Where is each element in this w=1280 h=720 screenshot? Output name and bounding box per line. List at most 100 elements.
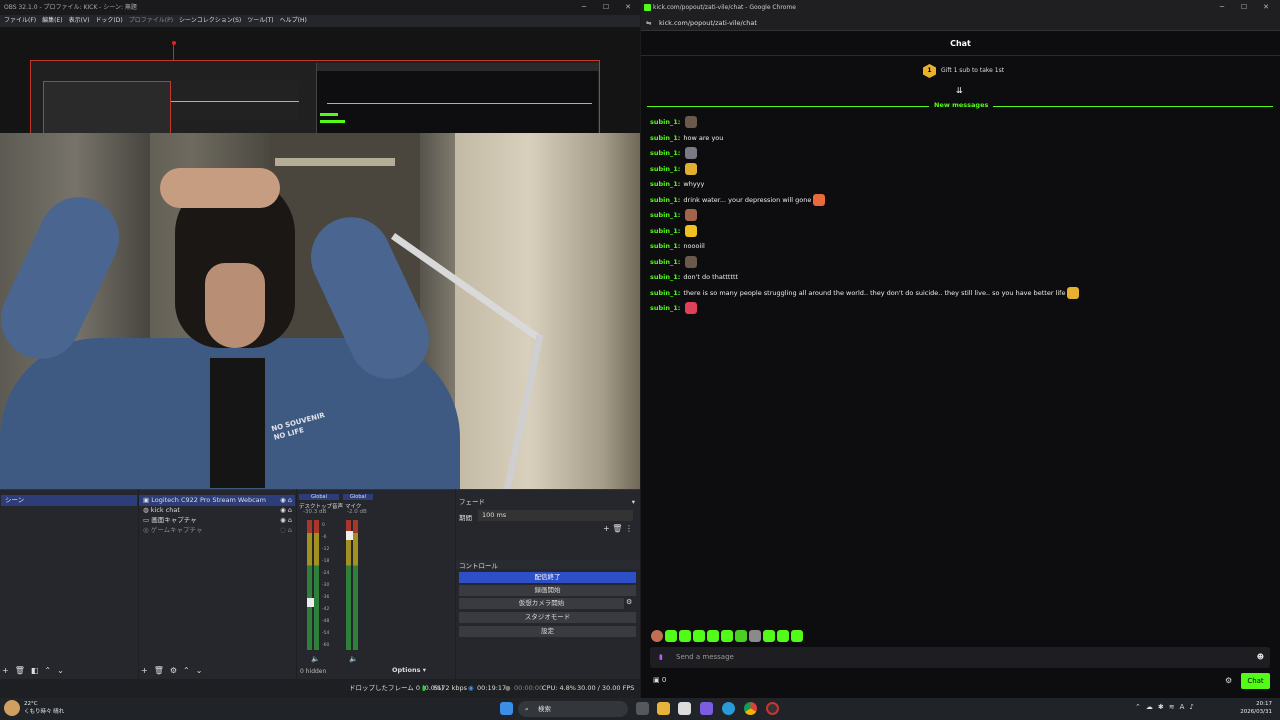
menu-file[interactable]: ファイル(F) (4, 15, 36, 27)
edge-icon[interactable] (722, 702, 735, 715)
mute-icon[interactable]: 🔈 (349, 655, 358, 663)
eye-hidden-icon[interactable]: ◌ ⌂ (280, 525, 292, 536)
emote-icon[interactable] (679, 630, 691, 642)
more-icon[interactable]: ⋮ (625, 524, 633, 533)
menu-dock[interactable]: ドック(D) (95, 15, 122, 27)
send-chat-button[interactable]: Chat (1241, 673, 1270, 689)
menu-help[interactable]: ヘルプ(H) (280, 15, 307, 27)
chat-username[interactable]: subin_1: (650, 196, 680, 204)
nested-chat-line (320, 120, 345, 123)
site-settings-icon[interactable]: ⇋ (646, 16, 651, 31)
minimize-button[interactable]: ─ (1211, 0, 1233, 15)
emote-icon[interactable] (721, 630, 733, 642)
start-recording-button[interactable]: 録画開始 (459, 585, 636, 596)
emote-icon[interactable] (749, 630, 761, 642)
chevron-up-icon[interactable]: ⌃ (1135, 703, 1146, 711)
task-view-icon[interactable] (636, 702, 649, 715)
options-button[interactable]: Options ▾ (392, 666, 426, 674)
weather-widget[interactable]: 22°C くもり時々 晴れ (24, 700, 64, 716)
add-transition-button[interactable]: + (603, 524, 610, 533)
gear-icon[interactable]: ⚙ (1225, 676, 1232, 685)
cloud-icon[interactable]: ☁ (1146, 703, 1158, 711)
menu-edit[interactable]: 編集(E) (42, 15, 62, 27)
menu-view[interactable]: 表示(V) (69, 15, 90, 27)
weather-icon[interactable] (4, 700, 20, 716)
emote-icon[interactable] (791, 630, 803, 642)
volume-icon[interactable]: ♪ (1189, 703, 1198, 711)
gift-sub-text[interactable]: Gift 1 sub to take 1st (941, 67, 1004, 74)
emoji-icon[interactable]: ☻ (1257, 647, 1264, 668)
add-source-button[interactable]: + (141, 666, 148, 675)
chat-username[interactable]: subin_1: (650, 242, 680, 250)
chat-input[interactable]: ▮ Send a message ☻ (650, 647, 1270, 668)
move-down-button[interactable]: ⌄ (196, 666, 203, 675)
file-explorer-icon[interactable] (657, 702, 670, 715)
chat-username[interactable]: subin_1: (650, 134, 680, 142)
bluetooth-icon[interactable]: ✱ (1158, 703, 1169, 711)
volume-slider[interactable] (307, 598, 314, 607)
emote-icon[interactable] (665, 630, 677, 642)
emote-icon[interactable] (693, 630, 705, 642)
menu-scene-collection[interactable]: シーンコレクション(S) (179, 15, 241, 27)
settings-button[interactable]: 設定 (459, 626, 636, 637)
address-bar[interactable]: ⇋ kick.com/popout/zati-vile/chat (641, 16, 1280, 31)
move-up-button[interactable]: ⌃ (183, 666, 190, 675)
menu-profile[interactable]: プロファイル(P) (129, 15, 173, 27)
remove-scene-button[interactable]: 🗑 (15, 666, 25, 675)
store-icon[interactable] (678, 702, 691, 715)
source-item[interactable]: ◎ ゲームキャプチャ ◌ ⌂ (139, 525, 295, 536)
emote-icon (813, 193, 826, 206)
chevron-down-icon: ▾ (631, 498, 635, 506)
chat-username[interactable]: subin_1: (650, 273, 680, 281)
chat-username[interactable]: subin_1: (650, 165, 680, 173)
transition-select[interactable]: フェード ▾ (459, 497, 637, 507)
microphone-icon[interactable]: ▮ (659, 647, 663, 668)
emote-icon[interactable] (707, 630, 719, 642)
duration-input[interactable]: 100 ms (478, 510, 633, 521)
scene-item[interactable]: シーン (1, 495, 137, 506)
stop-streaming-button[interactable]: 配信終了 (459, 572, 636, 583)
chat-username[interactable]: subin_1: (650, 149, 680, 157)
system-tray[interactable]: ⌃☁✱≋A♪ (1135, 703, 1199, 711)
studio-mode-button[interactable]: スタジオモード (459, 612, 636, 623)
chat-username[interactable]: subin_1: (650, 227, 680, 235)
remove-source-button[interactable]: 🗑 (154, 666, 164, 675)
start-virtual-camera-button[interactable]: 仮想カメラ開始 (459, 598, 624, 609)
close-button[interactable]: ✕ (617, 0, 639, 15)
copilot-icon[interactable] (700, 702, 713, 715)
gear-icon[interactable]: ⚙ (626, 598, 632, 606)
scroll-down-icon[interactable]: ⇊ (956, 86, 963, 95)
obs-icon[interactable] (766, 702, 779, 715)
gear-icon[interactable]: ⚙ (170, 666, 177, 675)
emote-icon[interactable] (735, 630, 747, 642)
emote-icon[interactable] (651, 630, 663, 642)
chat-username[interactable]: subin_1: (650, 211, 680, 219)
chat-username[interactable]: subin_1: (650, 180, 680, 188)
taskbar-search[interactable]: ⌕ 検索 (518, 701, 628, 717)
minimize-button[interactable]: ─ (573, 0, 595, 15)
emote-icon[interactable] (777, 630, 789, 642)
network-icon[interactable]: ≋ (1169, 703, 1180, 711)
chat-username[interactable]: subin_1: (650, 304, 680, 312)
mute-icon[interactable]: 🔈 (311, 655, 320, 663)
move-up-button[interactable]: ⌃ (44, 666, 51, 675)
volume-slider[interactable] (346, 531, 353, 540)
chat-username[interactable]: subin_1: (650, 289, 680, 297)
chat-username[interactable]: subin_1: (650, 118, 680, 126)
emote-icon[interactable] (763, 630, 775, 642)
clock[interactable]: 20:17 2026/03/31 (1238, 700, 1272, 716)
chat-username[interactable]: subin_1: (650, 258, 680, 266)
start-icon[interactable] (500, 702, 513, 715)
maximize-button[interactable]: ☐ (1233, 0, 1255, 15)
maximize-button[interactable]: ☐ (595, 0, 617, 15)
ime-icon[interactable]: A (1180, 703, 1190, 711)
stream-icon: ◉ (468, 684, 474, 692)
menu-tools[interactable]: ツール(T) (247, 15, 273, 27)
scene-filter-button[interactable]: ◧ (31, 666, 39, 675)
chrome-icon[interactable] (744, 702, 757, 715)
move-down-button[interactable]: ⌄ (57, 666, 64, 675)
remove-transition-button[interactable]: 🗑 (612, 524, 622, 533)
close-button[interactable]: ✕ (1255, 0, 1277, 15)
obs-preview[interactable]: NO SOUVENIR NO LIFE (0, 27, 640, 489)
add-scene-button[interactable]: + (2, 666, 9, 675)
